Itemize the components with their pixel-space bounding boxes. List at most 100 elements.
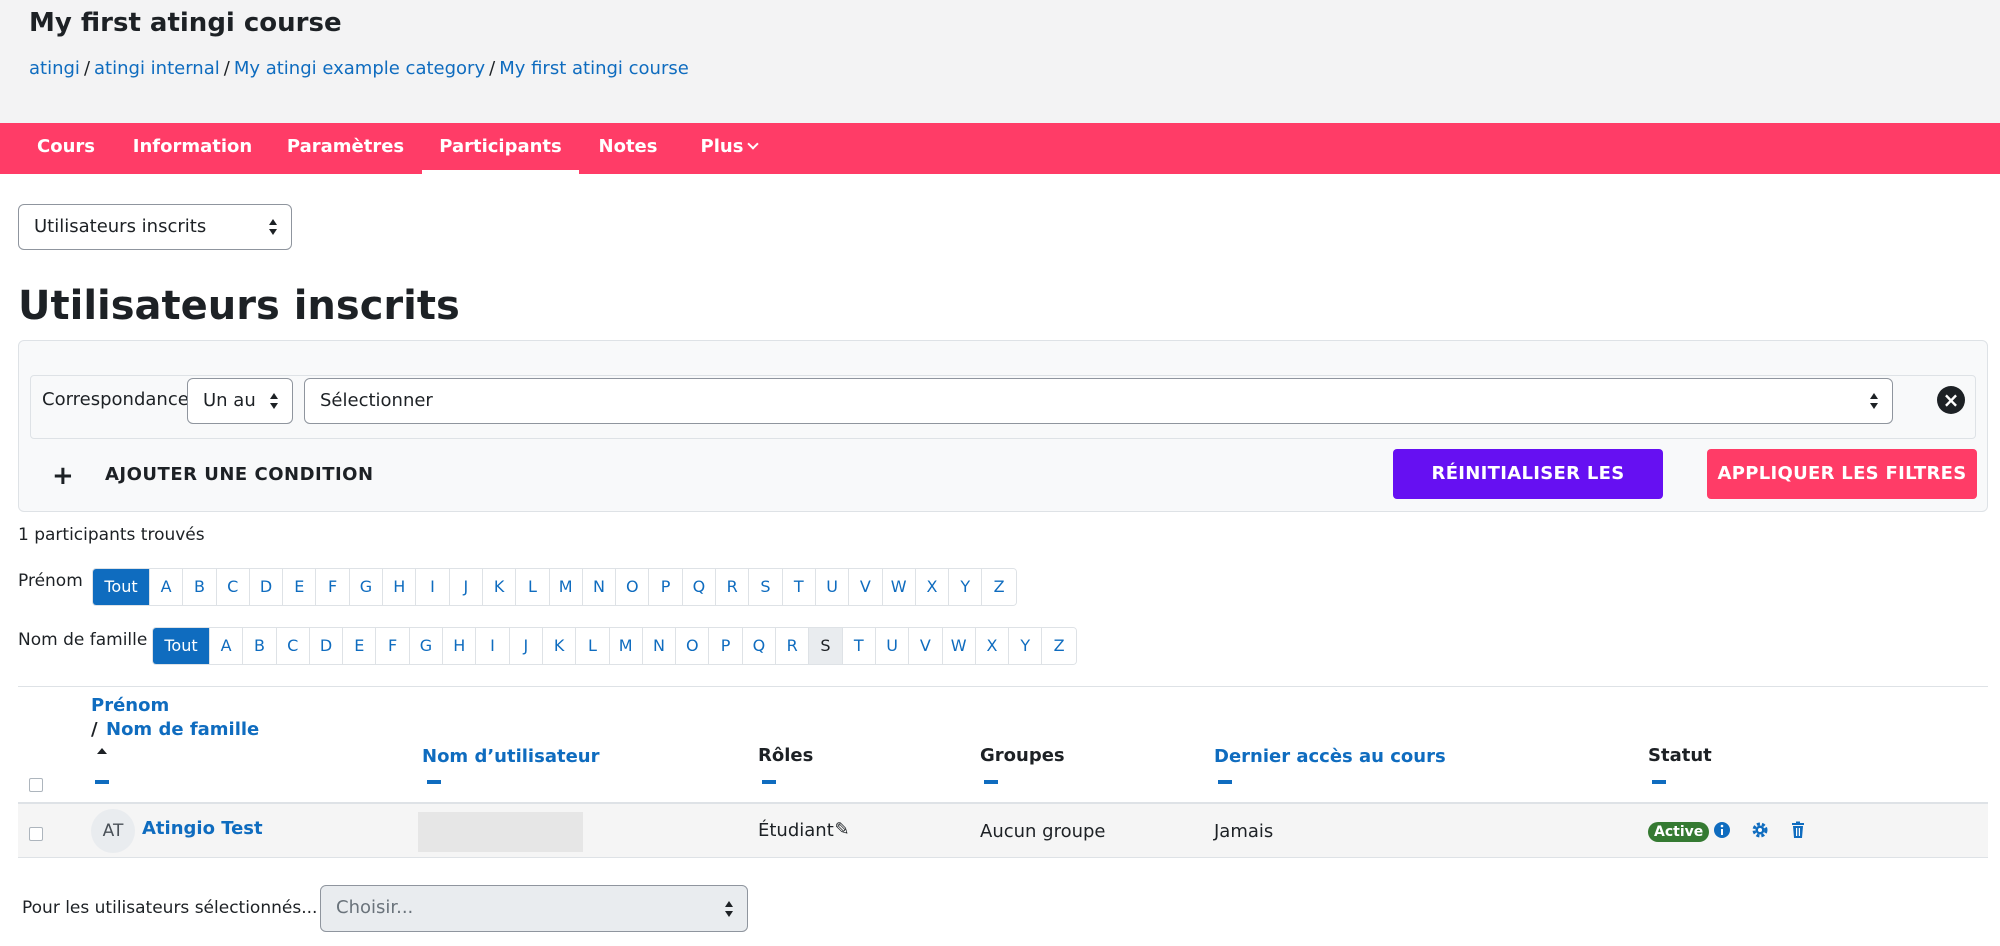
plus-icon[interactable]: + bbox=[52, 461, 74, 491]
user-name-link[interactable]: Atingio Test bbox=[142, 818, 263, 839]
lastname-initial-n[interactable]: N bbox=[642, 628, 677, 664]
lastname-initial-w[interactable]: W bbox=[942, 628, 976, 664]
lastname-initial-h[interactable]: H bbox=[443, 628, 477, 664]
firstname-initial-g[interactable]: G bbox=[349, 569, 384, 605]
th-username[interactable]: Nom d’utilisateur bbox=[422, 746, 599, 767]
firstname-initial-x[interactable]: X bbox=[915, 569, 950, 605]
lastname-initial-a[interactable]: A bbox=[210, 628, 244, 664]
firstname-initial-j[interactable]: J bbox=[449, 569, 483, 605]
chevron-down-icon bbox=[747, 138, 760, 150]
lastname-initial-q[interactable]: Q bbox=[742, 628, 777, 664]
collapse-column-icon[interactable] bbox=[95, 780, 109, 784]
lastname-initial-b[interactable]: B bbox=[243, 628, 277, 664]
collapse-column-icon[interactable] bbox=[1218, 780, 1232, 784]
th-lastname[interactable]: Nom de famille bbox=[106, 719, 259, 740]
lastname-initial-y[interactable]: Y bbox=[1009, 628, 1043, 664]
collapse-column-icon[interactable] bbox=[762, 780, 776, 784]
breadcrumb-item[interactable]: atingi internal bbox=[94, 58, 220, 79]
firstname-initial-f[interactable]: F bbox=[316, 569, 350, 605]
lastname-initial-m[interactable]: M bbox=[609, 628, 643, 664]
breadcrumb-item[interactable]: My atingi example category bbox=[234, 58, 485, 79]
firstname-initial-m[interactable]: M bbox=[549, 569, 583, 605]
breadcrumb-item[interactable]: My first atingi course bbox=[499, 58, 689, 79]
row-checkbox[interactable] bbox=[29, 827, 43, 841]
collapse-column-icon[interactable] bbox=[1652, 780, 1666, 784]
match-label: Correspondance bbox=[42, 389, 189, 410]
lastname-initial-all[interactable]: Tout bbox=[153, 628, 210, 664]
lastname-initial-s[interactable]: S bbox=[809, 628, 843, 664]
firstname-initial-b[interactable]: B bbox=[183, 569, 217, 605]
lastname-initial-z[interactable]: Z bbox=[1042, 628, 1076, 664]
nav-tab-cours[interactable]: Cours bbox=[22, 123, 110, 174]
lastname-initial-v[interactable]: V bbox=[909, 628, 943, 664]
match-select-value: Un au bbox=[203, 390, 256, 411]
firstname-initial-y[interactable]: Y bbox=[949, 569, 983, 605]
lastname-initial-x[interactable]: X bbox=[975, 628, 1010, 664]
th-groups: Groupes bbox=[980, 745, 1065, 766]
lastname-initial-f[interactable]: F bbox=[376, 628, 410, 664]
view-select-value: Utilisateurs inscrits bbox=[34, 216, 207, 237]
nav-tab-information[interactable]: Information bbox=[122, 123, 263, 174]
reset-filters-button[interactable]: RÉINITIALISER LES FILTRES bbox=[1393, 449, 1663, 534]
lastname-initial-k[interactable]: K bbox=[542, 628, 577, 664]
lastname-initial-p[interactable]: P bbox=[709, 628, 743, 664]
firstname-initial-a[interactable]: A bbox=[150, 569, 184, 605]
nav-tab-parametres[interactable]: Paramètres bbox=[277, 123, 414, 174]
collapse-column-icon[interactable] bbox=[427, 780, 441, 784]
condition-select[interactable]: Sélectionner bbox=[304, 378, 1893, 424]
breadcrumb-separator: / bbox=[489, 58, 496, 79]
lastname-initial-i[interactable]: I bbox=[476, 628, 510, 664]
info-icon[interactable] bbox=[1712, 820, 1732, 840]
bulk-action-label: Pour les utilisateurs sélectionnés... bbox=[22, 898, 318, 918]
bulk-action-select-value: Choisir... bbox=[336, 897, 414, 918]
trash-icon[interactable] bbox=[1788, 820, 1808, 840]
firstname-initial-k[interactable]: K bbox=[482, 569, 517, 605]
firstname-initial-o[interactable]: O bbox=[616, 569, 650, 605]
nav-tab-notes[interactable]: Notes bbox=[590, 123, 666, 174]
gear-icon[interactable] bbox=[1750, 820, 1770, 840]
firstname-initial-z[interactable]: Z bbox=[982, 569, 1016, 605]
firstname-initial-e[interactable]: E bbox=[283, 569, 317, 605]
lastname-initial-l[interactable]: L bbox=[576, 628, 610, 664]
lastname-initial-o[interactable]: O bbox=[676, 628, 710, 664]
view-select[interactable]: Utilisateurs inscrits bbox=[18, 204, 292, 250]
firstname-initial-s[interactable]: S bbox=[749, 569, 783, 605]
condition-select-value: Sélectionner bbox=[320, 390, 433, 411]
breadcrumb-item[interactable]: atingi bbox=[29, 58, 80, 79]
th-last-access[interactable]: Dernier accès au cours bbox=[1214, 746, 1446, 767]
firstname-initial-t[interactable]: T bbox=[782, 569, 816, 605]
filter-panel: Correspondance Un au Sélectionner × + AJ… bbox=[18, 340, 1988, 534]
lastname-initial-d[interactable]: D bbox=[309, 628, 344, 664]
lastname-initial-c[interactable]: C bbox=[276, 628, 310, 664]
firstname-initial-v[interactable]: V bbox=[849, 569, 883, 605]
lastname-initial-g[interactable]: G bbox=[409, 628, 444, 664]
firstname-initial-q[interactable]: Q bbox=[682, 569, 717, 605]
firstname-initial-r[interactable]: R bbox=[716, 569, 750, 605]
firstname-initial-w[interactable]: W bbox=[882, 569, 916, 605]
firstname-initial-all[interactable]: Tout bbox=[93, 569, 150, 605]
firstname-initial-u[interactable]: U bbox=[815, 569, 850, 605]
pencil-icon[interactable]: ✎ bbox=[832, 820, 852, 840]
nav-tab-plus[interactable]: Plus bbox=[683, 123, 775, 174]
firstname-initial-d[interactable]: D bbox=[249, 569, 284, 605]
firstname-initial-p[interactable]: P bbox=[649, 569, 683, 605]
firstname-initial-l[interactable]: L bbox=[516, 569, 550, 605]
select-all-checkbox[interactable] bbox=[29, 778, 43, 792]
firstname-initial-n[interactable]: N bbox=[582, 569, 617, 605]
firstname-initial-i[interactable]: I bbox=[416, 569, 450, 605]
add-condition-button[interactable]: AJOUTER UNE CONDITION bbox=[105, 464, 374, 485]
collapse-column-icon[interactable] bbox=[984, 780, 998, 784]
bulk-action-select[interactable]: Choisir... bbox=[320, 885, 748, 932]
firstname-initial-c[interactable]: C bbox=[216, 569, 250, 605]
lastname-initial-e[interactable]: E bbox=[343, 628, 377, 664]
lastname-initial-u[interactable]: U bbox=[875, 628, 910, 664]
firstname-initial-h[interactable]: H bbox=[383, 569, 417, 605]
apply-filters-button[interactable]: APPLIQUER LES FILTRES bbox=[1707, 449, 1977, 499]
nav-tab-participants[interactable]: Participants bbox=[422, 123, 579, 174]
lastname-initial-r[interactable]: R bbox=[776, 628, 810, 664]
lastname-initial-t[interactable]: T bbox=[842, 628, 876, 664]
lastname-initial-j[interactable]: J bbox=[509, 628, 543, 664]
th-firstname[interactable]: Prénom bbox=[91, 695, 169, 716]
match-select[interactable]: Un au bbox=[187, 378, 293, 424]
remove-filter-icon[interactable]: × bbox=[1937, 386, 1965, 414]
